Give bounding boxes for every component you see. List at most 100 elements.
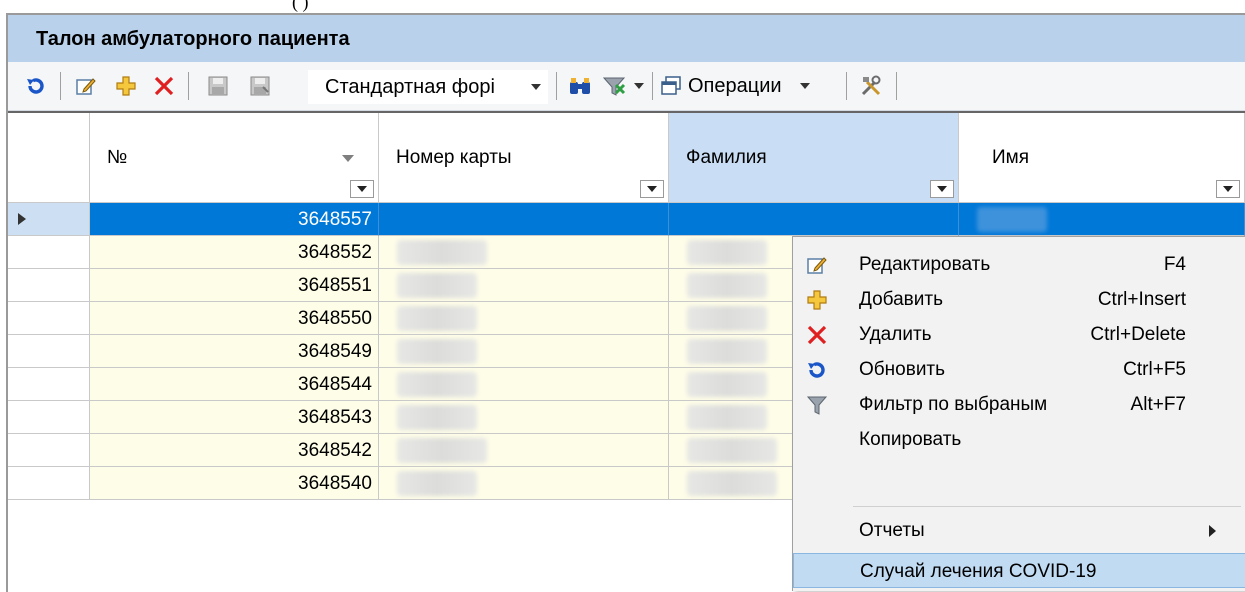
table-row[interactable]: 3648557: [8, 203, 1245, 236]
cell-card-number[interactable]: [379, 368, 669, 401]
redacted-value: [397, 405, 477, 430]
menu-item-shortcut: Ctrl+Insert: [1097, 289, 1186, 310]
row-header[interactable]: [8, 434, 90, 467]
save-button[interactable]: [202, 70, 234, 102]
sort-arrow-icon: [342, 155, 354, 162]
cell-number[interactable]: 3648544: [90, 368, 379, 401]
menu-item-label: Копировать: [859, 429, 962, 450]
refresh-button[interactable]: [20, 70, 52, 102]
form-type-value: Стандартная форі: [325, 75, 495, 98]
edit-button[interactable]: [70, 70, 102, 102]
cell-card-number[interactable]: [379, 401, 669, 434]
cell-number[interactable]: 3648549: [90, 335, 379, 368]
chevron-down-icon: [634, 83, 644, 89]
row-header[interactable]: [8, 236, 90, 269]
save-all-button[interactable]: [244, 70, 276, 102]
column-filter-button[interactable]: [350, 180, 374, 198]
column-header-card-number[interactable]: Номер карты: [379, 113, 669, 203]
row-header-corner: [8, 113, 90, 203]
cell-number[interactable]: 3648551: [90, 269, 379, 302]
filter-icon: [806, 396, 828, 415]
menu-item-add[interactable]: Добавить Ctrl+Insert: [793, 282, 1245, 317]
chevron-down-icon: [531, 84, 541, 90]
search-button[interactable]: [564, 70, 596, 102]
redacted-value: [687, 471, 777, 496]
redacted-value: [397, 273, 477, 298]
redacted-value: [397, 372, 477, 397]
edit-icon: [807, 257, 827, 274]
save-icon: [208, 76, 228, 96]
refresh-icon: [808, 362, 825, 378]
cell-number[interactable]: 3648552: [90, 236, 379, 269]
row-header[interactable]: [8, 467, 90, 500]
cell-card-number[interactable]: [379, 302, 669, 335]
redacted-value: [687, 339, 767, 364]
tools-button[interactable]: [854, 70, 888, 102]
cell-card-number[interactable]: [379, 236, 669, 269]
cell-card-number[interactable]: [379, 467, 669, 500]
edit-icon: [76, 78, 96, 95]
menu-item-refresh[interactable]: Обновить Ctrl+F5: [793, 352, 1245, 387]
top-strip: ( ): [0, 0, 1245, 14]
chevron-down-icon: [647, 186, 657, 192]
row-header[interactable]: [8, 302, 90, 335]
toolbar-separator: [60, 72, 61, 100]
menu-separator: [853, 506, 1241, 507]
filter-dropdown-button[interactable]: [600, 70, 646, 102]
cell-card-number[interactable]: [379, 269, 669, 302]
menu-item-label: Добавить: [859, 289, 943, 310]
column-label: №: [107, 147, 128, 168]
row-header[interactable]: [8, 203, 90, 236]
cell-surname[interactable]: [669, 203, 959, 236]
add-button[interactable]: [110, 70, 142, 102]
delete-button[interactable]: [148, 70, 180, 102]
menu-item-shortcut: F4: [1163, 254, 1186, 275]
cell-number[interactable]: 3648540: [90, 467, 379, 500]
cell-name[interactable]: [959, 203, 1245, 236]
cell-card-number[interactable]: [379, 335, 669, 368]
row-header[interactable]: [8, 335, 90, 368]
column-filter-button[interactable]: [640, 180, 664, 198]
menu-item-label: Отчеты: [859, 520, 925, 541]
menu-item-delete[interactable]: Удалить Ctrl+Delete: [793, 317, 1245, 352]
menu-item-shortcut: Alt+F7: [1130, 394, 1186, 415]
toolbar-separator: [846, 72, 847, 100]
row-header[interactable]: [8, 368, 90, 401]
refresh-icon: [27, 78, 44, 94]
operations-label: Операции: [688, 74, 782, 97]
row-header[interactable]: [8, 401, 90, 434]
menu-item-copy[interactable]: Копировать: [793, 422, 1245, 457]
column-header-surname[interactable]: Фамилия: [669, 113, 959, 203]
cell-card-number[interactable]: [379, 434, 669, 467]
context-menu: Редактировать F4 Добавить Ctrl+Insert Уд…: [792, 236, 1245, 591]
save-all-icon: [250, 76, 270, 96]
column-filter-button[interactable]: [1216, 180, 1240, 198]
current-row-pointer-icon: [18, 213, 26, 225]
cell-number[interactable]: 3648542: [90, 434, 379, 467]
cell-card-number[interactable]: [379, 203, 669, 236]
operations-icon: [661, 76, 681, 95]
column-header-name[interactable]: Имя: [959, 113, 1245, 203]
menu-item-edit[interactable]: Редактировать F4: [793, 247, 1245, 282]
menu-item-reports[interactable]: Отчеты: [793, 513, 1245, 548]
chevron-down-icon: [357, 186, 367, 192]
chevron-down-icon: [1223, 186, 1233, 192]
panel-title-bar: Талон амбулаторного пациента: [8, 15, 1245, 62]
tools-icon: [861, 75, 881, 96]
redacted-value: [397, 240, 487, 265]
cell-number[interactable]: 3648550: [90, 302, 379, 335]
chevron-down-icon: [937, 186, 947, 192]
cell-number[interactable]: 3648557: [90, 203, 379, 236]
form-type-select[interactable]: Стандартная форі: [308, 70, 548, 104]
menu-item-filter-selected[interactable]: Фильтр по выбраным Alt+F7: [793, 387, 1245, 422]
row-header[interactable]: [8, 269, 90, 302]
column-header-number[interactable]: №: [90, 113, 379, 203]
cell-number[interactable]: 3648543: [90, 401, 379, 434]
menu-item-covid-case[interactable]: Случай лечения COVID-19: [793, 553, 1245, 588]
operations-menu-button[interactable]: Операции: [660, 70, 840, 102]
redacted-value: [977, 207, 1047, 232]
toolbar-separator: [896, 72, 897, 100]
column-label: Имя: [992, 147, 1030, 168]
column-filter-button[interactable]: [930, 180, 954, 198]
document-text-fragment: ( ): [292, 0, 309, 12]
